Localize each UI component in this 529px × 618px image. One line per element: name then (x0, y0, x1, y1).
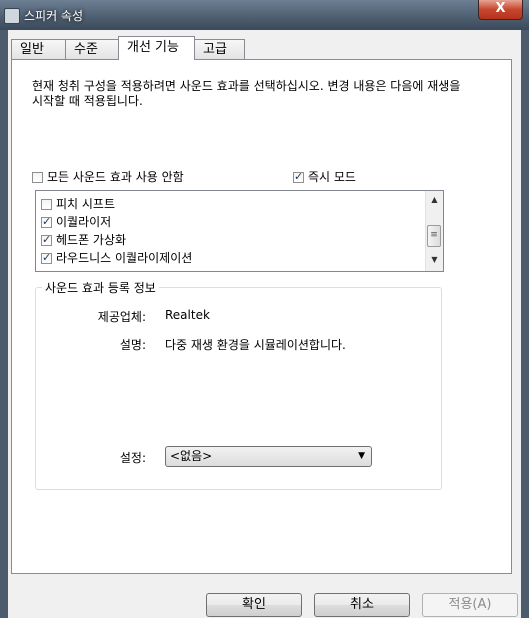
list-item[interactable]: 피치 시프트 (41, 195, 115, 212)
ok-button[interactable]: 확인 (206, 593, 302, 617)
window-frame-right (521, 30, 529, 618)
scroll-down-icon[interactable]: ▼ (426, 255, 443, 264)
provider-value: Realtek (165, 308, 210, 322)
checkbox-unchecked[interactable] (32, 172, 43, 183)
tab-levels[interactable]: 수준 (65, 39, 119, 59)
dialog-client: 일반 수준 개선 기능 고급 현재 청취 구성을 적용하려면 사운드 효과를 선… (8, 30, 521, 618)
checkbox-checked[interactable] (41, 233, 52, 246)
effect-properties-group: 사운드 효과 등록 정보 제공업체: Realtek 설명: 다중 재생 환경을… (35, 279, 442, 490)
apply-button[interactable]: 적용(A) (422, 593, 518, 617)
tab-advanced[interactable]: 고급 (194, 39, 245, 59)
list-item[interactable]: 이퀄라이저 (41, 213, 111, 230)
immediate-mode-label: 즉시 모드 (308, 170, 356, 184)
disable-all-effects-checkbox[interactable]: 모든 사운드 효과 사용 안함 (32, 168, 184, 185)
enhancements-description: 현재 청취 구성을 적용하려면 사운드 효과를 선택하십시오. 변경 내용은 다… (32, 79, 461, 108)
list-item-label: 헤드폰 가상화 (56, 233, 127, 247)
list-item-label: 이퀄라이저 (56, 215, 112, 229)
list-item[interactable]: 라우드니스 이퀄라이제이션 (41, 249, 192, 266)
setting-label: 설정: (119, 451, 146, 465)
enhancements-panel: 현재 청취 구성을 적용하려면 사운드 효과를 선택하십시오. 변경 내용은 다… (11, 59, 512, 574)
window-frame-left (0, 30, 8, 618)
effects-list[interactable]: 피치 시프트 이퀄라이저 헤드폰 가상화 라우드니스 이퀄라이제이션 ▲ ≡ ▼ (35, 190, 444, 272)
list-item-label: 피치 시프트 (56, 197, 116, 211)
disable-all-effects-label: 모든 사운드 효과 사용 안함 (47, 170, 184, 184)
effects-list-scrollbar[interactable]: ▲ ≡ ▼ (425, 191, 443, 271)
chevron-down-icon[interactable]: ▼ (358, 447, 365, 466)
tab-general[interactable]: 일반 (11, 39, 66, 59)
checkbox-checked[interactable] (41, 215, 52, 228)
speaker-app-icon (4, 8, 20, 24)
provider-label: 제공업체: (97, 310, 146, 324)
close-button[interactable]: X (478, 0, 523, 20)
window-title: 스피커 속성 (24, 9, 84, 23)
list-item[interactable]: 헤드폰 가상화 (41, 231, 126, 248)
title-bar: 스피커 속성 (0, 0, 529, 30)
checkbox-unchecked[interactable] (41, 199, 52, 210)
immediate-mode-checkbox[interactable]: 즉시 모드 (293, 168, 356, 185)
checkbox-checked[interactable] (41, 251, 52, 264)
setting-dropdown-value: <없음> (170, 449, 213, 463)
list-item-label: 라우드니스 이퀄라이제이션 (56, 251, 193, 265)
scroll-up-icon[interactable]: ▲ (426, 195, 443, 204)
effect-description-value: 다중 재생 환경을 시뮬레이션합니다. (165, 338, 346, 352)
effect-properties-legend: 사운드 효과 등록 정보 (42, 279, 159, 296)
scroll-thumb[interactable]: ≡ (427, 225, 441, 247)
checkbox-checked[interactable] (293, 170, 304, 183)
cancel-button[interactable]: 취소 (314, 593, 410, 617)
effect-description-label: 설명: (119, 338, 146, 352)
tab-enhancements[interactable]: 개선 기능 (118, 36, 195, 60)
setting-dropdown[interactable]: <없음> ▼ (165, 446, 372, 467)
